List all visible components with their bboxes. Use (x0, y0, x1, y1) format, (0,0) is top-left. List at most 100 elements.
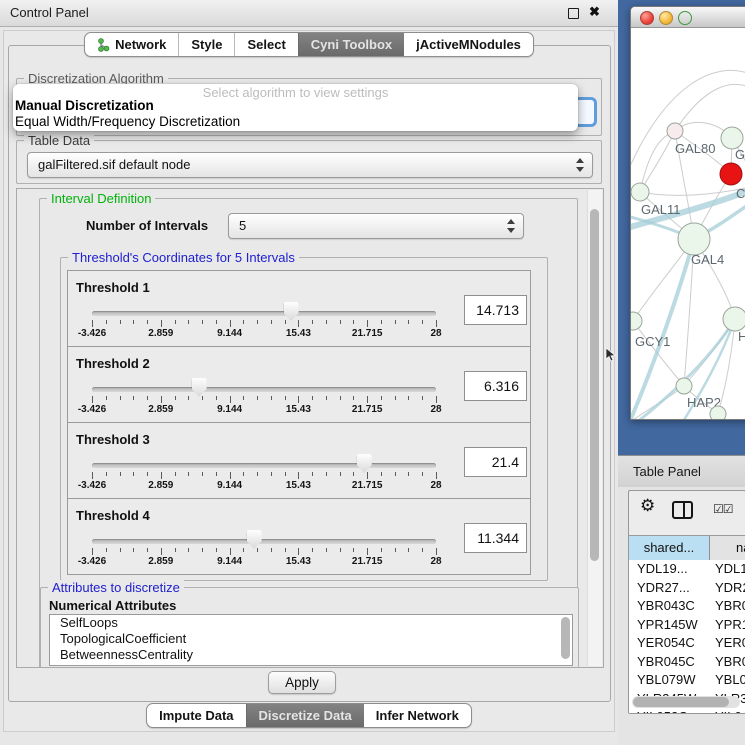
split-columns-icon[interactable] (672, 501, 693, 519)
table-row[interactable]: YIL052CYIL0 (629, 708, 745, 713)
attribute-list-item[interactable]: SelfLoops (50, 615, 572, 631)
table-header-row: shared... na (629, 535, 745, 561)
network-edge (631, 70, 745, 178)
threshold-value-field[interactable]: 11.344 (464, 523, 527, 553)
slider-tick-label: -3.426 (78, 404, 106, 415)
slider-tick (381, 472, 382, 476)
network-node[interactable] (667, 123, 683, 139)
group-title-table-data: Table Data (24, 133, 94, 148)
table-row[interactable]: YPR145WYPR1 (629, 616, 745, 635)
slider-track[interactable] (92, 539, 436, 544)
slider-tick (353, 320, 354, 324)
tab-jactivemnodules[interactable]: jActiveMNodules (404, 33, 533, 56)
numerical-attributes-list: SelfLoopsTopologicalCoefficientBetweenne… (49, 614, 573, 666)
combo-arrows-icon (576, 158, 584, 172)
slider-track[interactable] (92, 387, 436, 392)
threshold-value-field[interactable]: 6.316 (464, 371, 527, 401)
slider-tick (353, 396, 354, 400)
attribute-list-item[interactable]: BetweennessCentrality (50, 647, 572, 663)
slider-handle[interactable] (247, 530, 262, 549)
tab-style[interactable]: Style (178, 33, 234, 56)
scrollpane-scrollbar-track[interactable] (587, 190, 602, 666)
slider-track[interactable] (92, 463, 436, 468)
attribute-list-item[interactable]: TopologicalCoefficient (50, 631, 572, 647)
cell-shared-name: YBR043C (637, 597, 695, 616)
network-node-label: GAL11 (641, 202, 681, 217)
table-hscrollbar-thumb[interactable] (633, 697, 729, 707)
slider-tick-label: 15.43 (286, 556, 311, 567)
table-hscrollbar-track[interactable] (632, 696, 740, 708)
network-window-titlebar[interactable] (631, 7, 745, 28)
slider-tick (161, 396, 162, 403)
slider-tick (202, 548, 203, 552)
algorithm-dropdown-popup: Select algorithm to view settings Manual… (13, 84, 578, 131)
tab-select[interactable]: Select (234, 33, 297, 56)
network-node[interactable] (678, 223, 710, 255)
network-node[interactable] (631, 312, 642, 330)
slider-tick-label: 21.715 (352, 328, 383, 339)
network-node[interactable] (710, 406, 726, 419)
table-panel: ⚙ ☑☑ shared... na YDL19...YDL1YDR27...YD… (628, 490, 745, 714)
threshold-label: Threshold 1 (76, 280, 150, 295)
group-table-data: Table Data galFiltered.sif default node (16, 140, 602, 184)
cell-shared-name: YDL19... (637, 560, 688, 579)
slider-tick (422, 548, 423, 552)
slider-tick-label: 2.859 (148, 404, 173, 415)
slider-tick (175, 396, 176, 400)
network-graph: GAL80GACGAL11GAL4GCY1HHAP2 (631, 28, 745, 419)
tab-cyni-toolbox[interactable]: Cyni Toolbox (298, 33, 404, 56)
slider-tick (257, 396, 258, 400)
threshold-value-field[interactable]: 14.713 (464, 295, 527, 325)
table-row[interactable]: YER054CYER0 (629, 634, 745, 653)
scrollpane-scrollbar-thumb[interactable] (590, 209, 599, 561)
table-row[interactable]: YBR045CYBR0 (629, 653, 745, 672)
network-canvas[interactable]: GAL80GACGAL11GAL4GCY1HHAP2 (631, 28, 745, 419)
slider-tick (230, 472, 231, 479)
network-node[interactable] (676, 378, 692, 394)
apply-button[interactable]: Apply (268, 671, 336, 694)
table-row[interactable]: YDR27...YDR2 (629, 579, 745, 598)
slider-tick (367, 472, 368, 479)
list-scrollbar-thumb[interactable] (561, 617, 570, 659)
popup-item-manual-discretization[interactable]: Manual Discretization (15, 98, 154, 113)
table-data-combo[interactable]: galFiltered.sif default node (27, 152, 593, 178)
slider-handle[interactable] (284, 302, 299, 321)
slider-tick (106, 548, 107, 552)
slider-track[interactable] (92, 311, 436, 316)
close-traffic-light-icon[interactable] (640, 11, 654, 25)
slider-handle[interactable] (192, 378, 207, 397)
close-icon[interactable]: ✖ (589, 4, 600, 20)
slider-tick (326, 548, 327, 552)
column-header-shared-name[interactable]: shared... (629, 536, 710, 560)
network-node[interactable] (723, 307, 745, 331)
slider-tick (436, 320, 437, 327)
cell-name: YDR2 (715, 579, 745, 598)
minimize-traffic-light-icon[interactable] (659, 11, 673, 25)
tab-network[interactable]: Network (85, 33, 178, 56)
slider-tick-label: 9.144 (217, 328, 242, 339)
table-row[interactable]: YDL19...YDL1 (629, 560, 745, 579)
slider-tick (271, 472, 272, 476)
number-of-intervals-combo[interactable]: 5 (228, 213, 524, 239)
slider-handle[interactable] (357, 454, 372, 473)
gear-icon[interactable]: ⚙ (640, 496, 655, 516)
threshold-value-field[interactable]: 21.4 (464, 447, 527, 477)
table-row[interactable]: YBL079WYBL0 (629, 671, 745, 690)
tab-discretize-data[interactable]: Discretize Data (246, 704, 364, 727)
table-row[interactable]: YBR043CYBR0 (629, 597, 745, 616)
tab-infer-network[interactable]: Infer Network (364, 704, 471, 727)
popup-item-equal-width[interactable]: Equal Width/Frequency Discretization (15, 114, 240, 129)
column-header-name[interactable]: na (710, 536, 745, 560)
mouse-cursor (605, 347, 617, 363)
network-view-window[interactable]: GAL80GACGAL11GAL4GCY1HHAP2 (630, 6, 745, 420)
network-node[interactable] (631, 183, 649, 201)
select-columns-icon[interactable]: ☑☑ (713, 502, 733, 516)
network-node[interactable] (721, 127, 743, 149)
float-window-icon[interactable] (568, 8, 579, 19)
slider-tick (340, 320, 341, 324)
cell-name: YBR0 (715, 653, 745, 672)
zoom-traffic-light-icon[interactable] (678, 11, 692, 25)
cell-shared-name: YIL052C (637, 708, 688, 713)
tab-impute-data[interactable]: Impute Data (147, 704, 245, 727)
network-node[interactable] (720, 163, 742, 185)
